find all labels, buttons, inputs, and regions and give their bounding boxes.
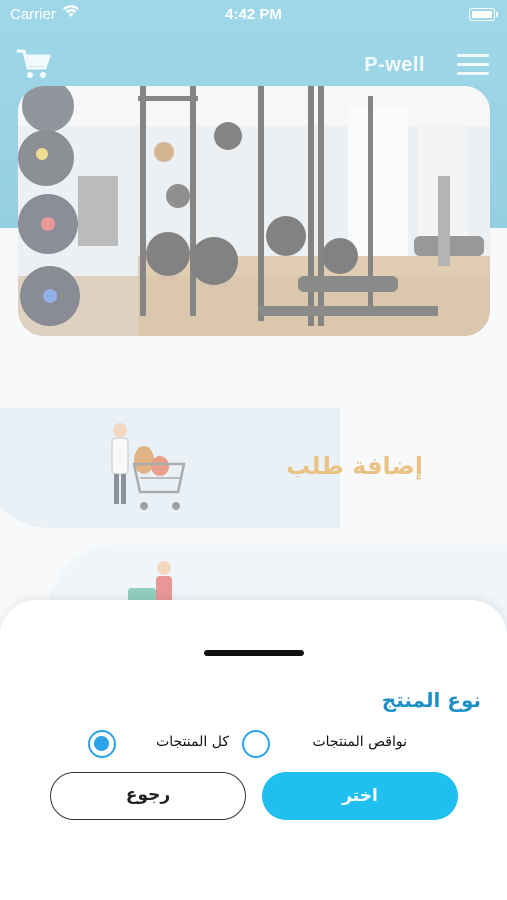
radio-missing-products[interactable]	[242, 730, 270, 758]
option-label-all-products: كل المنتجات	[156, 734, 229, 750]
sheet-handle[interactable]	[204, 650, 304, 656]
product-type-sheet: نوع المنتج نواقص المنتجات كل المنتجات اخ…	[0, 600, 507, 900]
back-button[interactable]: رجوع	[50, 772, 246, 820]
choose-button[interactable]: اختر	[262, 772, 458, 820]
option-label-missing-products: نواقص المنتجات	[312, 734, 408, 750]
product-type-options: نواقص المنتجات كل المنتجات	[0, 728, 507, 760]
sheet-title: نوع المنتج	[381, 688, 481, 712]
radio-all-products[interactable]	[88, 730, 116, 758]
